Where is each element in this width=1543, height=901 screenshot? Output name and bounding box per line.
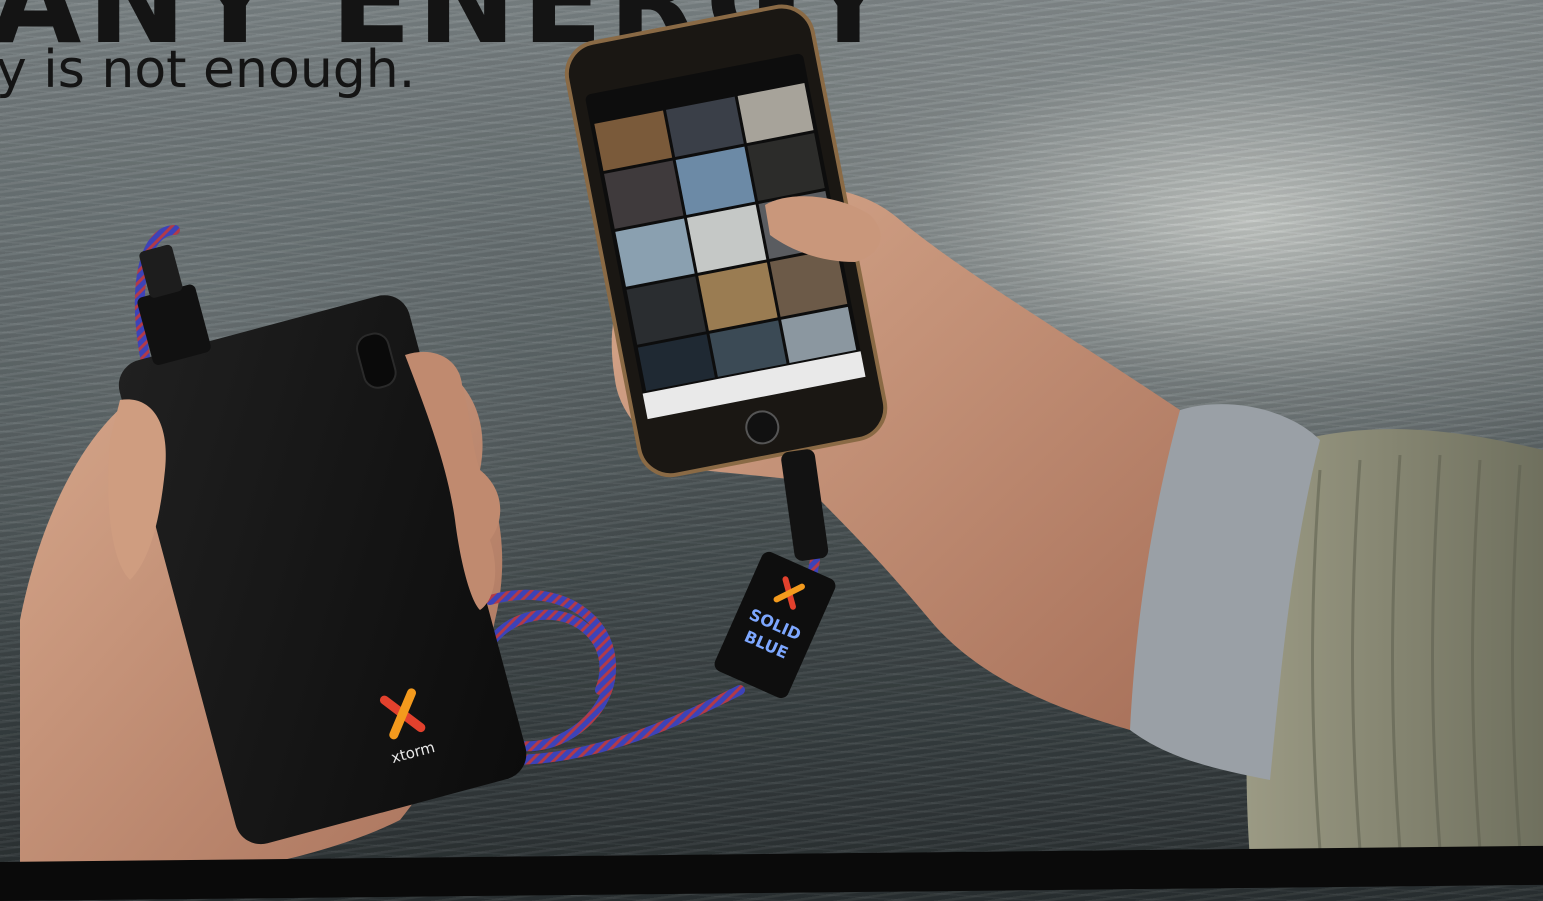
cable-tag: SOLID BLUE [714, 551, 836, 699]
photo-scene: ANY ENERGY y is not enough. xtorm SOLID … [0, 0, 1543, 901]
product-photo-illustration: xtorm SOLID BLUE [20, 4, 1543, 890]
